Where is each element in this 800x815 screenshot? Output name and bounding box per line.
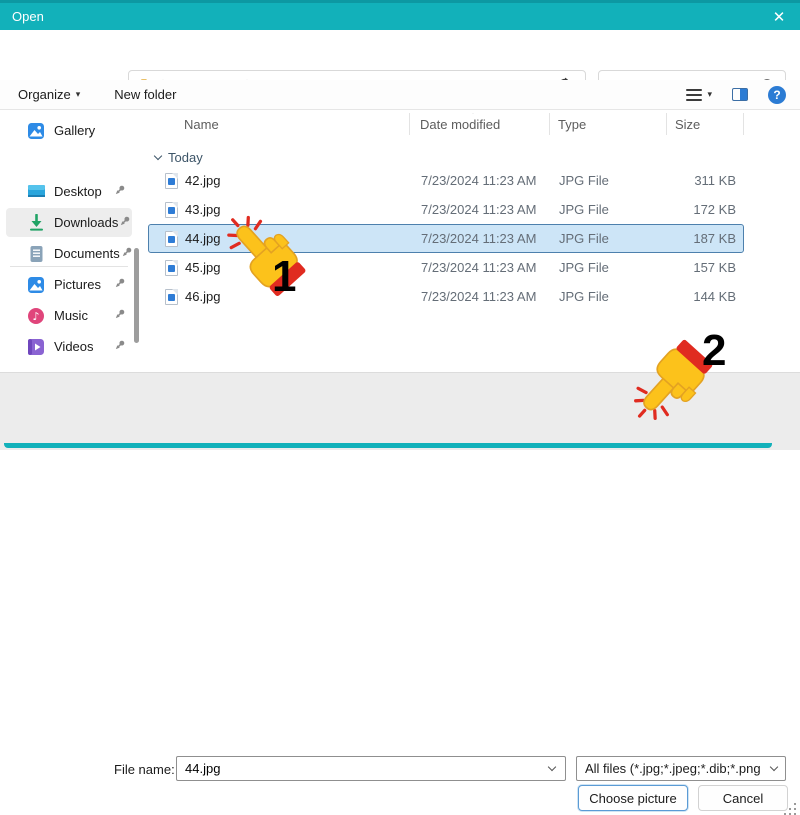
- file-size: 311 KB: [668, 173, 745, 188]
- navigation-sidebar: Gallery Desktop Downloads Do: [0, 110, 146, 372]
- music-icon: ♪: [26, 306, 46, 326]
- column-header-type[interactable]: Type: [550, 113, 667, 135]
- pin-icon: [113, 339, 126, 355]
- jpg-file-icon: [165, 202, 178, 218]
- desktop-icon: [26, 182, 46, 202]
- file-name-dropdown-chevron-icon[interactable]: [548, 763, 556, 771]
- file-name-input[interactable]: [177, 761, 549, 776]
- sidebar-item-label: Documents: [54, 246, 120, 261]
- sidebar-item-label: Downloads: [54, 215, 118, 230]
- file-name-combo: [176, 756, 566, 781]
- file-name: 42.jpg: [185, 173, 220, 188]
- group-header-today[interactable]: Today: [148, 146, 203, 168]
- file-type: JPG File: [551, 173, 668, 188]
- documents-icon: [26, 244, 46, 264]
- file-size: 157 KB: [668, 260, 745, 275]
- sidebar-item-videos[interactable]: Videos: [6, 332, 132, 361]
- file-date: 7/23/2024 11:23 AM: [411, 173, 551, 188]
- file-name: 45.jpg: [185, 260, 220, 275]
- sidebar-item-label: Desktop: [54, 184, 102, 199]
- column-header-date-modified[interactable]: Date modified: [410, 113, 550, 135]
- file-name: 46.jpg: [185, 289, 220, 304]
- file-type-filter-value: All files (*.jpg;*.jpeg;*.dib;*.png: [585, 761, 771, 776]
- file-row[interactable]: 42.jpg 7/23/2024 11:23 AM JPG File 311 K…: [148, 166, 744, 195]
- command-toolbar: Organize ▾ New folder ▾ ?: [0, 80, 800, 110]
- help-icon[interactable]: ?: [768, 86, 786, 104]
- file-row[interactable]: 46.jpg 7/23/2024 11:23 AM JPG File 144 K…: [148, 282, 744, 311]
- pictures-icon: [26, 275, 46, 295]
- preview-pane-icon[interactable]: [732, 88, 748, 101]
- sidebar-item-label: Music: [54, 308, 88, 323]
- column-headers: Name Date modified Type Size: [148, 110, 800, 138]
- group-collapse-chevron-icon: [154, 151, 162, 159]
- sidebar-scrollbar[interactable]: [134, 248, 139, 343]
- step-1-label: 1: [272, 252, 296, 302]
- pin-icon: [113, 277, 126, 293]
- jpg-file-icon: [165, 173, 178, 189]
- jpg-file-icon: [165, 231, 178, 247]
- sidebar-item-label: Videos: [54, 339, 94, 354]
- organize-button[interactable]: Organize ▾: [18, 87, 80, 102]
- sidebar-item-desktop[interactable]: Desktop: [6, 177, 132, 206]
- file-date: 7/23/2024 11:23 AM: [411, 202, 551, 217]
- filter-dropdown-chevron-icon: [770, 763, 778, 771]
- cancel-button[interactable]: Cancel: [698, 785, 788, 811]
- pin-icon: [113, 184, 126, 200]
- new-folder-label: New folder: [114, 87, 176, 102]
- sidebar-item-downloads[interactable]: Downloads: [6, 208, 132, 237]
- file-type-filter-select[interactable]: All files (*.jpg;*.jpeg;*.dib;*.png: [576, 756, 786, 781]
- videos-icon: [26, 337, 46, 357]
- sidebar-item-label: Pictures: [54, 277, 101, 292]
- sidebar-item-pictures[interactable]: Pictures: [6, 270, 132, 299]
- sidebar-item-gallery[interactable]: Gallery: [6, 116, 132, 145]
- open-dialog: Open ✕ ← → ↑ Downloads 1: [0, 0, 800, 450]
- file-name: 43.jpg: [185, 202, 220, 217]
- organize-caret-icon: ▾: [76, 89, 81, 100]
- step-2-label: 2: [702, 326, 726, 376]
- pin-icon: [120, 246, 133, 262]
- background-window-edge: [4, 443, 772, 448]
- view-caret-icon: ▾: [707, 89, 712, 100]
- pin-icon: [113, 308, 126, 324]
- navigation-bar: ← → ↑ Downloads 1: [0, 30, 800, 80]
- file-type: JPG File: [551, 231, 668, 246]
- file-size: 187 KB: [668, 231, 745, 246]
- pin-icon: [118, 215, 131, 231]
- column-header-size[interactable]: Size: [667, 113, 744, 135]
- organize-label: Organize: [18, 87, 71, 102]
- svg-text:♪: ♪: [32, 310, 39, 323]
- file-date: 7/23/2024 11:23 AM: [411, 289, 551, 304]
- sidebar-item-documents[interactable]: Documents: [6, 239, 132, 268]
- downloads-icon: [26, 213, 46, 233]
- group-label: Today: [168, 150, 203, 165]
- file-date: 7/23/2024 11:23 AM: [411, 231, 551, 246]
- choose-picture-button[interactable]: Choose picture: [578, 785, 688, 811]
- view-mode-button[interactable]: ▾: [686, 89, 712, 101]
- close-icon[interactable]: ✕: [764, 4, 794, 30]
- file-type: JPG File: [551, 202, 668, 217]
- resize-grip[interactable]: [782, 799, 796, 815]
- sidebar-item-label: Gallery: [54, 123, 95, 138]
- file-type: JPG File: [551, 289, 668, 304]
- list-view-icon: [686, 89, 702, 101]
- title-bar: Open ✕: [0, 0, 800, 30]
- column-header-name[interactable]: Name: [148, 113, 410, 135]
- gallery-icon: [26, 121, 46, 141]
- file-date: 7/23/2024 11:23 AM: [411, 260, 551, 275]
- file-size: 144 KB: [668, 289, 745, 304]
- sidebar-item-music[interactable]: ♪ Music: [6, 301, 132, 330]
- file-type: JPG File: [551, 260, 668, 275]
- jpg-file-icon: [165, 260, 178, 276]
- file-name-label: File name:: [114, 762, 175, 777]
- file-size: 172 KB: [668, 202, 745, 217]
- new-folder-button[interactable]: New folder: [114, 87, 176, 102]
- jpg-file-icon: [165, 289, 178, 305]
- dialog-title: Open: [12, 9, 44, 24]
- column-header-label: Date modified: [420, 117, 500, 132]
